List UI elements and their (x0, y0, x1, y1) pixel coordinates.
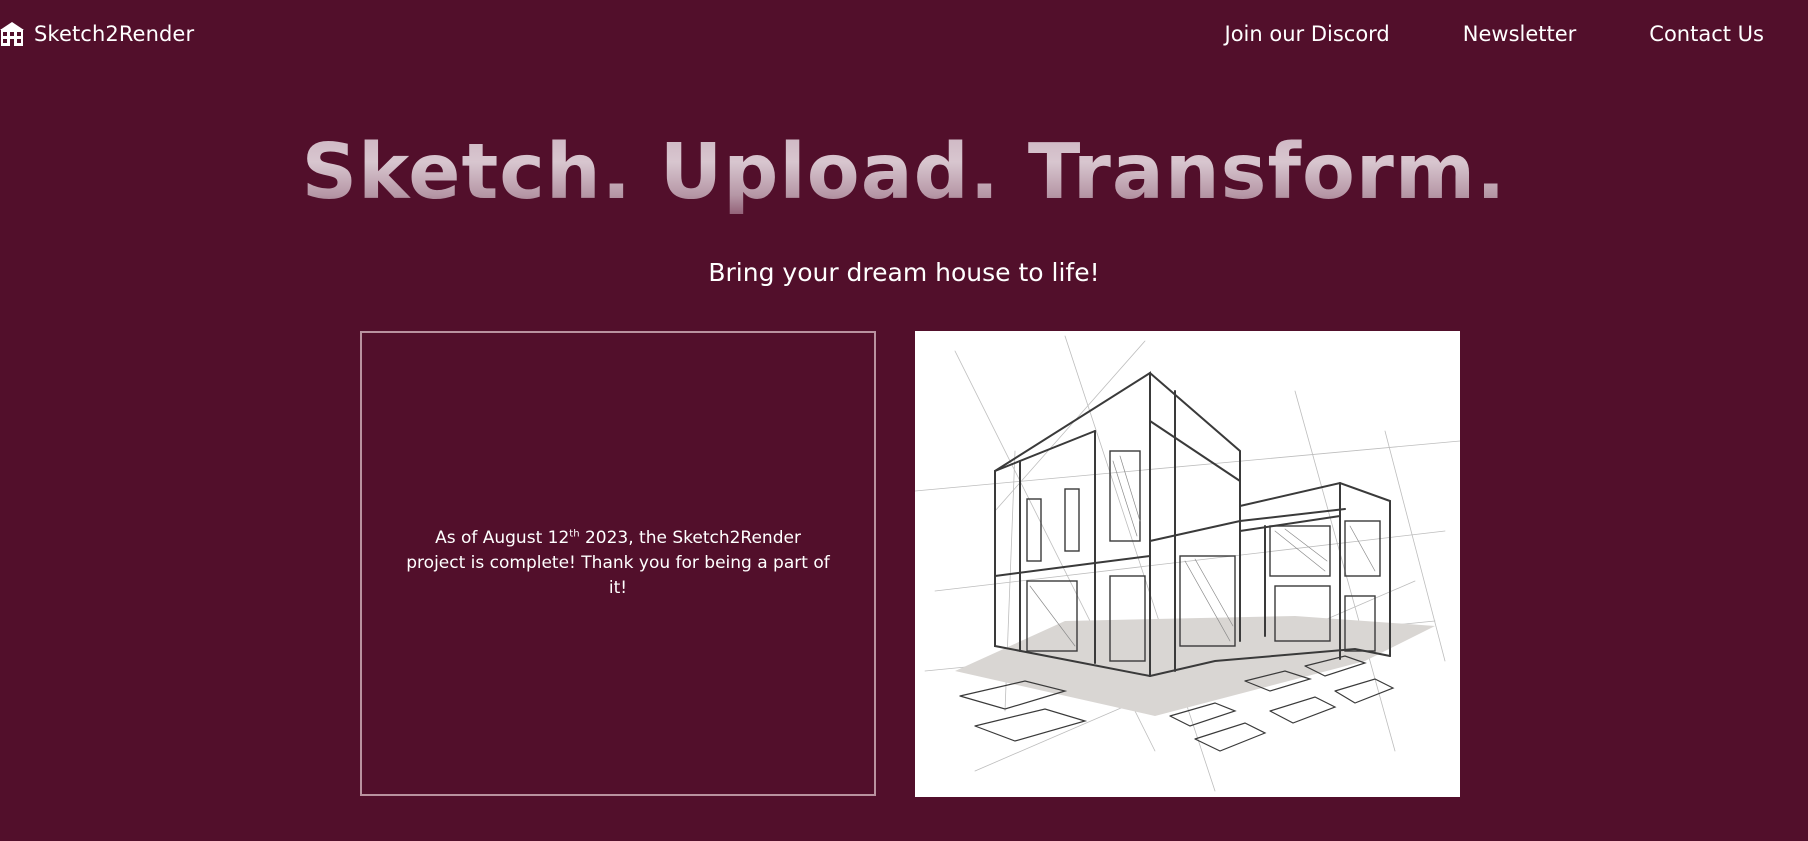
notice-date-suffix: th (569, 528, 580, 540)
house-sketch-image (915, 331, 1460, 797)
nav-newsletter-link[interactable]: Newsletter (1463, 20, 1577, 48)
house-icon (0, 21, 24, 47)
house-sketch-illustration (915, 335, 1460, 792)
brand-link[interactable]: Sketch2Render (0, 20, 194, 48)
project-complete-notice: As of August 12th 2023, the Sketch2Rende… (360, 331, 876, 796)
notice-text-start: As of August 12 (435, 528, 570, 548)
notice-text: As of August 12th 2023, the Sketch2Rende… (403, 526, 833, 601)
hero-subtitle: Bring your dream house to life! (708, 258, 1100, 287)
nav-contact-link[interactable]: Contact Us (1649, 20, 1764, 48)
hero-title: Sketch. Upload. Transform. (0, 118, 1808, 228)
main-nav: Join our Discord Newsletter Contact Us (1225, 20, 1765, 48)
site-header: Sketch2Render Join our Discord Newslette… (0, 0, 1808, 68)
nav-discord-link[interactable]: Join our Discord (1225, 20, 1390, 48)
brand-name: Sketch2Render (34, 22, 195, 46)
